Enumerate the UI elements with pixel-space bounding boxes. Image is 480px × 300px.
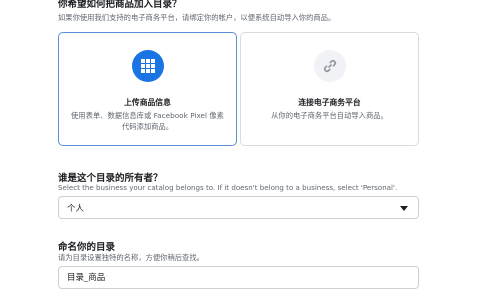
owner-select[interactable]: 个人: [58, 196, 419, 219]
option-title: 上传商品信息: [124, 98, 171, 107]
catalog-name-input[interactable]: [67, 272, 397, 282]
chevron-down-icon: [400, 206, 408, 211]
option-description: 使用表单、数据信息库或 Facebook Pixel 像素代码添加商品。: [71, 111, 224, 131]
catalog-method-heading: 你希望如何把商品加入目录？: [58, 0, 182, 10]
catalog-method-subtext: 如果你使用我们支持的电子商务平台，请绑定你的帐户，以便系统自动导入你的商品。: [58, 13, 336, 22]
option-card-connect-platform[interactable]: 连接电子商务平台 从你的电子商务平台自动导入商品。: [240, 32, 419, 146]
owner-select-value: 个人: [67, 204, 85, 214]
option-title: 连接电子商务平台: [298, 98, 361, 107]
grid-icon: [131, 50, 164, 82]
catalog-name-field[interactable]: [58, 266, 419, 289]
catalog-name-subtext: 请为目录设置独特的名称，方便你稍后查找。: [58, 253, 204, 262]
option-description: 从你的电子商务平台自动导入商品。: [271, 111, 388, 120]
owner-heading: 谁是这个目录的所有者？: [58, 173, 163, 184]
catalog-name-heading: 命名你的目录: [58, 242, 116, 253]
link-icon: [313, 50, 346, 82]
option-card-upload[interactable]: 上传商品信息 使用表单、数据信息库或 Facebook Pixel 像素代码添加…: [58, 32, 237, 146]
owner-subtext: Select the business your catalog belongs…: [58, 183, 398, 192]
